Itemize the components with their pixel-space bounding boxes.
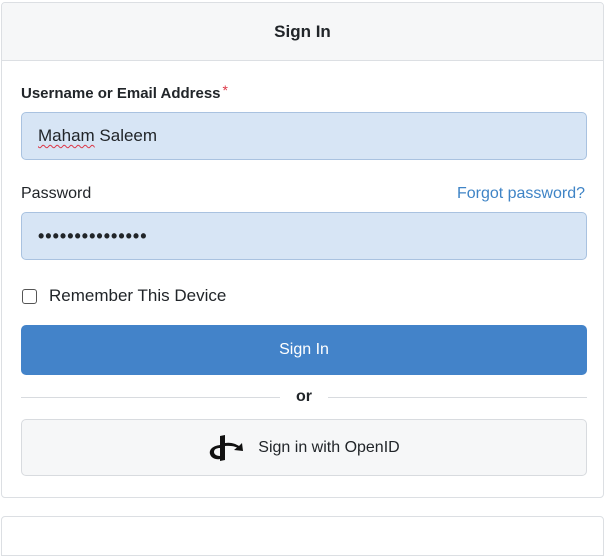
- card-header: Sign In: [2, 3, 603, 61]
- password-value: •••••••••••••••: [38, 225, 148, 246]
- or-divider: or: [21, 387, 587, 407]
- page-title: Sign In: [274, 21, 331, 41]
- sign-in-card: Sign In Username or Email Address * Maham…: [1, 2, 604, 498]
- password-input[interactable]: •••••••••••••••: [21, 212, 587, 260]
- password-label: Password: [21, 185, 92, 202]
- sign-in-button-label: Sign In: [279, 341, 329, 358]
- required-marker: *: [222, 82, 228, 98]
- openid-icon: [208, 434, 244, 461]
- username-value-first: Maham: [38, 126, 95, 145]
- openid-button-label: Sign in with OpenID: [258, 438, 400, 456]
- divider-text: or: [296, 388, 312, 405]
- username-value-rest: Saleem: [94, 126, 158, 145]
- openid-sign-in-button[interactable]: Sign in with OpenID: [21, 419, 587, 476]
- username-label-text: Username or Email Address: [21, 85, 221, 102]
- sign-in-button[interactable]: Sign In: [21, 325, 587, 375]
- username-label: Username or Email Address *: [21, 82, 228, 102]
- remember-device: Remember This Device: [22, 286, 226, 306]
- forgot-password-link[interactable]: Forgot password?: [457, 185, 585, 203]
- remember-device-checkbox[interactable]: [22, 288, 37, 304]
- divider-line-left: [21, 396, 280, 398]
- remember-device-label[interactable]: Remember This Device: [49, 286, 226, 306]
- divider-line-right: [328, 396, 587, 398]
- secondary-card: [1, 516, 604, 556]
- username-input[interactable]: Maham Saleem: [21, 112, 587, 160]
